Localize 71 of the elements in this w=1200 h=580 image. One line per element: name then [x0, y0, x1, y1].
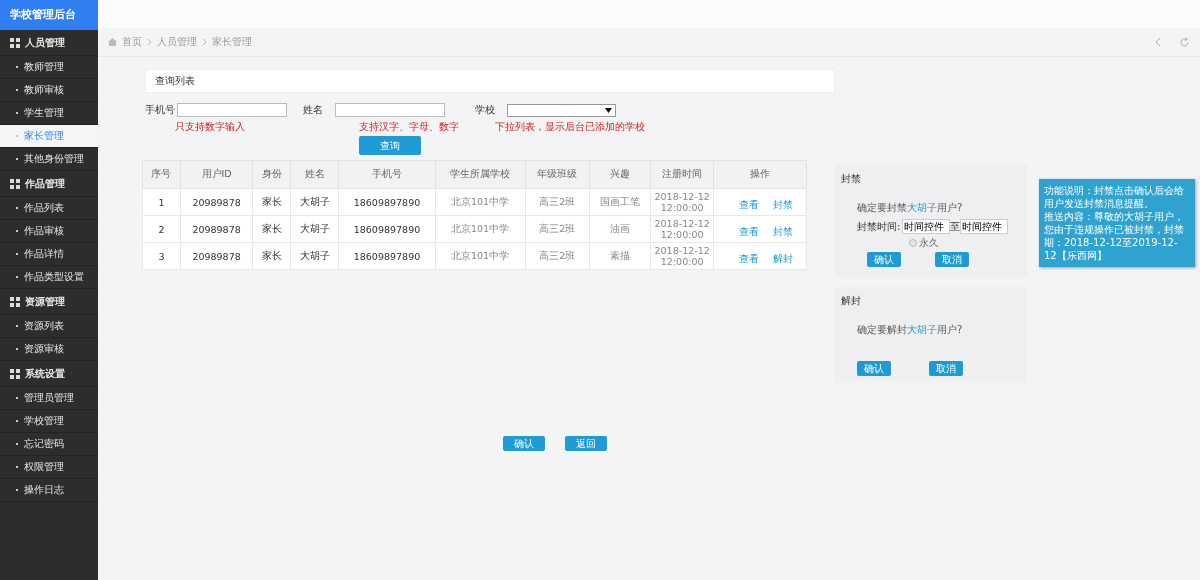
panel-title: 封禁: [840, 172, 862, 186]
grid-icon: [10, 37, 20, 48]
hint-text: 下拉列表，显示后台已添加的学校: [495, 120, 645, 134]
refresh-icon[interactable]: [1179, 36, 1190, 48]
date-field[interactable]: 时间控件: [960, 219, 1009, 234]
field-label: 学校: [475, 103, 496, 117]
column-header: 操作: [713, 160, 807, 189]
table-cell: 大胡子: [290, 188, 339, 216]
column-header: 学生所属学校: [435, 160, 526, 189]
hint-text: 只支持数字输入: [175, 120, 246, 134]
column-header: 姓名: [290, 160, 339, 189]
range-separator: 至: [950, 219, 961, 234]
separator-icon: [202, 38, 207, 46]
table-cell: 20989878: [180, 215, 253, 243]
table-cell: 家长: [252, 188, 291, 216]
hint-text: 支持汉字、字母、数字: [359, 120, 459, 134]
panel-title: 解封: [840, 294, 862, 308]
input-field[interactable]: [335, 103, 445, 117]
column-header: 身份: [252, 160, 291, 189]
table-cell: 20989878: [180, 188, 253, 216]
table-cell: 油画: [589, 215, 651, 243]
confirm-text: 确定要解封大胡子用户?: [857, 323, 964, 337]
column-header: 兴趣: [589, 160, 651, 189]
table-cell: 2018-12-12 12:00:00: [650, 242, 714, 270]
radio-button[interactable]: [909, 239, 917, 247]
home-icon: [108, 38, 117, 46]
confirm-text: 确定要封禁大胡子用户?: [857, 201, 964, 215]
section-title: 查询列表: [155, 74, 195, 88]
table-cell: 高三2班: [525, 215, 590, 243]
table-cell: 国画工笔: [589, 188, 651, 216]
table-cell: 北京101中学: [435, 188, 526, 216]
note-text: 功能说明：封禁点击确认后会给用户发送封禁消息提醒。: [1044, 184, 1185, 210]
radio-option[interactable]: 永久: [909, 236, 1027, 250]
select-field[interactable]: [507, 103, 616, 117]
grid-icon: [10, 296, 20, 307]
table-cell: 1: [142, 188, 181, 216]
field-label: 姓名: [303, 103, 324, 117]
field-label: 手机号: [145, 103, 176, 117]
column-header: 用户ID: [180, 160, 253, 189]
table-cell: 家长: [252, 215, 291, 243]
table-cell: 2018-12-12 12:00:00: [650, 215, 714, 243]
column-header: 注册时间: [650, 160, 714, 189]
table-cell: 大胡子: [290, 242, 339, 270]
column-header: 序号: [142, 160, 181, 189]
input-field[interactable]: [177, 103, 287, 117]
column-header: 年级班级: [525, 160, 590, 189]
table-cell: 北京101中学: [435, 215, 526, 243]
note-text: 推送内容：尊敬的大胡子用户，您由于违规操作已被封禁，封禁期：2018-12-12至2019-12-12【乐西网】: [1044, 210, 1185, 262]
sidebar-item[interactable]: 家长管理: [0, 125, 98, 148]
table-cell: 大胡子: [290, 215, 339, 243]
app-title: 学校管理后台: [0, 0, 98, 30]
table-cell: 3: [142, 242, 181, 270]
grid-icon: [10, 178, 20, 189]
dropdown-icon: [605, 107, 612, 113]
table-cell: 高三2班: [525, 242, 590, 270]
table-cell: 素描: [589, 242, 651, 270]
grid-icon: [10, 368, 20, 379]
table-cell: 高三2班: [525, 188, 590, 216]
table-cell: 18609897890: [338, 215, 435, 243]
field-label: 封禁时间:: [857, 219, 901, 234]
table-cell: 18609897890: [338, 242, 435, 270]
table-cell: 北京101中学: [435, 242, 526, 270]
column-header: 手机号: [338, 160, 435, 189]
table-cell: 18609897890: [338, 188, 435, 216]
date-field[interactable]: 时间控件: [902, 219, 951, 234]
table-cell: 2: [142, 215, 181, 243]
back-icon[interactable]: [1153, 37, 1163, 47]
table-cell: 2018-12-12 12:00:00: [650, 188, 714, 216]
table-cell: 20989878: [180, 242, 253, 270]
table-cell: 家长: [252, 242, 291, 270]
separator-icon: [147, 38, 152, 46]
